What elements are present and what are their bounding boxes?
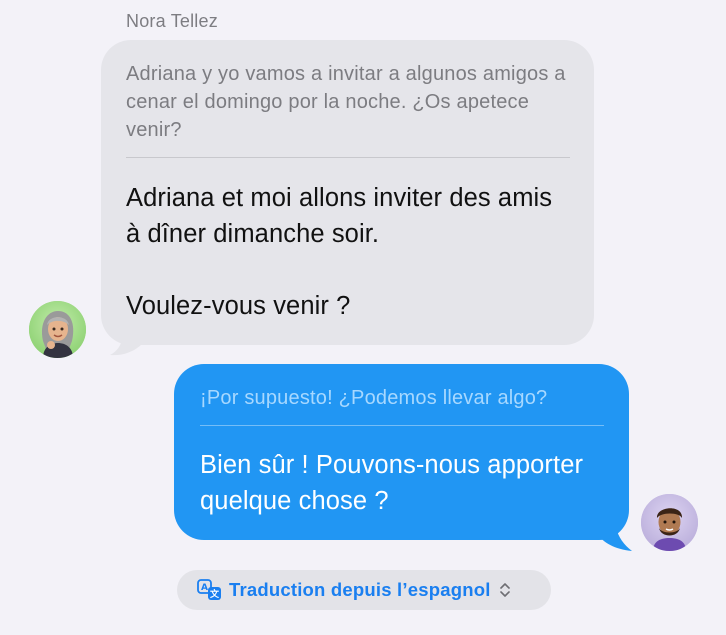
translated-text: Adriana et moi allons inviter des amis à… <box>126 180 570 324</box>
incoming-message-bubble[interactable]: Adriana y yo vamos a invitar a algunos a… <box>101 40 594 345</box>
outgoing-message-bubble[interactable]: ¡Por supuesto! ¿Podemos llevar algo? Bie… <box>174 364 629 540</box>
chevron-up-down-icon <box>499 583 510 597</box>
memoji-man-icon <box>641 494 698 551</box>
translate-icon: A 文 <box>197 579 221 600</box>
contact-avatar[interactable] <box>29 301 86 358</box>
svg-text:A: A <box>201 583 208 593</box>
translated-text-line: Voulez-vous venir ? <box>126 292 351 320</box>
translation-language-button[interactable]: A 文 Traduction depuis l’espagnol <box>177 570 551 610</box>
translated-text: Bien sûr ! Pouvons-nous apporter quelque… <box>200 451 584 515</box>
original-text: Adriana y yo vamos a invitar a algunos a… <box>126 63 566 141</box>
bubble-divider <box>200 425 604 426</box>
translation-label: Traduction depuis l’espagnol <box>229 579 491 600</box>
user-avatar[interactable] <box>641 494 698 551</box>
svg-text:文: 文 <box>209 588 220 600</box>
sender-name: Nora Tellez <box>126 11 218 31</box>
memoji-woman-gray-hair-icon <box>29 301 86 358</box>
original-text: ¡Por supuesto! ¿Podemos llevar algo? <box>200 387 548 409</box>
bubble-divider <box>126 157 570 158</box>
translated-text-line: Adriana et moi allons inviter des amis à… <box>126 184 553 248</box>
